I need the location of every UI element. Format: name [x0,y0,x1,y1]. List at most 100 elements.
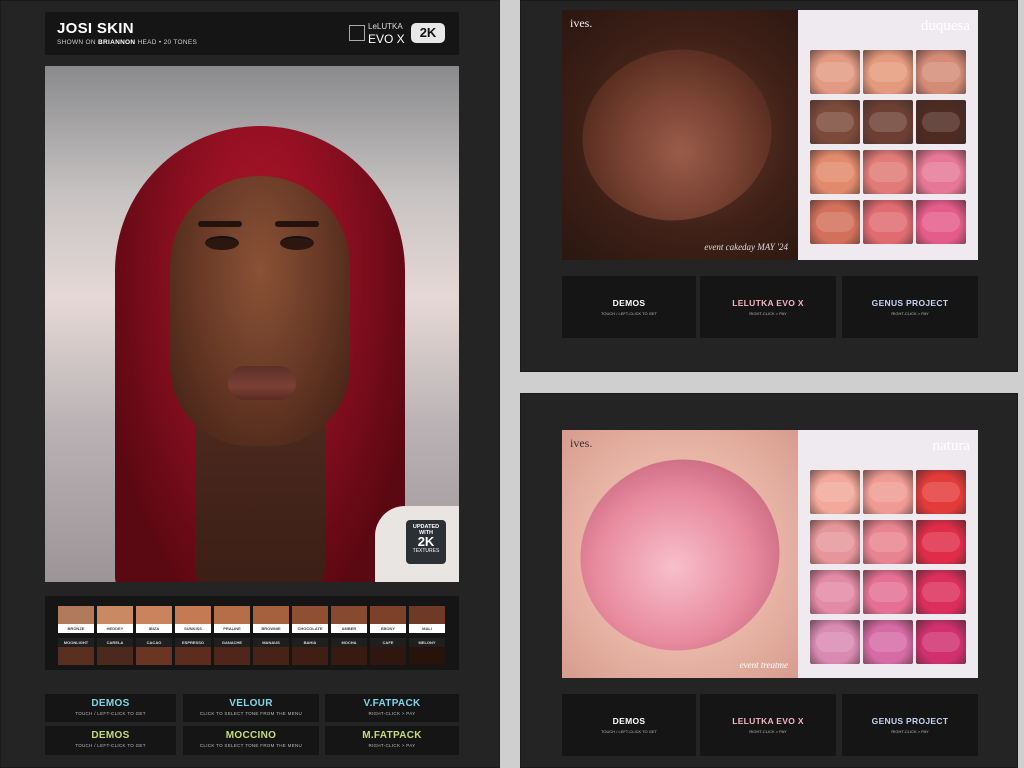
tone-chip [175,647,211,665]
tone-swatch[interactable]: MANAUS [253,638,289,666]
button-subtext: CLICK TO SELECT TONE FROM THE MENU [199,711,303,716]
demos-button[interactable]: DEMOS TOUCH / LEFT-CLICK TO GET [562,694,696,756]
tone-chip [409,647,445,665]
demos-button[interactable]: DEMOS TOUCH / LEFT-CLICK TO GET [45,726,176,755]
tone-swatch[interactable]: AMBER [331,606,367,634]
tone-chip [292,606,328,624]
tone-label: EBONY [370,624,406,633]
shade-swatch [810,520,860,564]
tone-swatch[interactable]: ESPRESSO [175,638,211,666]
shade-swatch [863,150,913,194]
tone-swatch[interactable]: CACAO [136,638,172,666]
button-subtext: RIGHT-CLICK > PAY [749,311,787,316]
portrait-image: UPDATED WITH 2K TEXTURES [45,66,459,582]
skin-tone-swatches: BRONZE HEDDEY IBIZA SUNKISS PRALINE BROWNIE CH… [45,596,459,670]
tone-swatch[interactable]: BRONZE [58,606,94,634]
tone-chip [214,606,250,624]
tone-chip [97,647,133,665]
ives-logo: ives. [570,16,593,30]
tone-chip [253,647,289,665]
tone-chip [136,647,172,665]
josi-header: JOSI SKIN SHOWN ON BRIANNON HEAD • 20 TO… [45,12,459,55]
subtitle-pre: SHOWN ON [57,39,96,46]
button-subtext: TOUCH / LEFT-CLICK TO GET [600,729,657,734]
button-subtext: RIGHT-CLICK > PAY [749,729,787,734]
tone-swatch[interactable]: BAHIA [292,638,328,666]
button-subtext: TOUCH / LEFT-CLICK TO GET [75,743,146,748]
tone-chip [370,606,406,624]
button-label: MOCCINO [225,730,277,741]
shade-swatch [810,470,860,514]
tone-swatch[interactable]: GANACHE [214,638,250,666]
natura-shade-grid: natura [798,430,978,678]
brand-line1: LeLUTKA [368,22,403,31]
updated-badge-line3: TEXTURES [412,548,440,554]
shade-swatch [810,200,860,244]
tone-swatch[interactable]: SUNKISS [175,606,211,634]
tone-swatch[interactable]: CARELA [97,638,133,666]
eye-right [280,236,314,250]
tone-swatch[interactable]: CAFE [370,638,406,666]
shade-swatch [916,100,966,144]
button-subtext: RIGHT-CLICK > PAY [891,729,929,734]
button-subtext: RIGHT-CLICK > PAY [368,743,416,748]
moccino-button[interactable]: MOCCINO CLICK TO SELECT TONE FROM THE MEN… [183,726,319,755]
tone-label: MALI [409,624,445,633]
lips-shape [228,366,296,400]
shade-swatch [916,520,966,564]
shade-swatch [916,200,966,244]
lip-shape [562,433,798,677]
lelutka-evo-x-button[interactable]: LELUTKA EVO X RIGHT-CLICK > PAY [700,276,836,338]
demos-button[interactable]: DEMOS TOUCH / LEFT-CLICK TO GET [562,276,696,338]
v-fatpack-button[interactable]: V.FATPACK RIGHT-CLICK > PAY [325,694,459,722]
shade-swatch [863,470,913,514]
face-shape [170,176,350,446]
subtitle-head: BRIANNON [97,39,136,46]
tone-swatch[interactable]: IBIZA [136,606,172,634]
tone-swatch[interactable]: MALI [409,606,445,634]
tone-chip [97,606,133,624]
shade-swatch [863,200,913,244]
button-label: DEMOS [91,730,130,741]
demos-button[interactable]: DEMOS TOUCH / LEFT-CLICK TO GET [45,694,176,722]
tone-label: SUNKISS [175,624,211,633]
lelutka-evo-x-button[interactable]: LELUTKA EVO X RIGHT-CLICK > PAY [700,694,836,756]
lelutka-logo-icon [349,25,365,41]
tone-label: MANAUS [253,638,289,647]
tone-chip [58,647,94,665]
tone-chip [370,647,406,665]
tone-swatch[interactable]: MELONY [409,638,445,666]
m-fatpack-button[interactable]: M.FATPACK RIGHT-CLICK > PAY [325,726,459,755]
genus-project-button[interactable]: GENUS PROJECT RIGHT-CLICK > PAY [842,276,978,338]
tone-swatch[interactable]: EBONY [370,606,406,634]
tone-swatch[interactable]: PRALINE [214,606,250,634]
tone-swatch[interactable]: HEDDEY [97,606,133,634]
event-label: event treatme [739,660,788,670]
tone-label: PRALINE [214,624,250,633]
tone-swatch[interactable]: CHOCOLATE [292,606,328,634]
tone-chip [292,647,328,665]
shade-swatch [863,520,913,564]
shade-swatch [916,620,966,664]
tone-swatch[interactable]: MOONLIGHT [58,638,94,666]
shade-swatch [810,150,860,194]
button-subtext: TOUCH / LEFT-CLICK TO GET [600,311,657,316]
tone-swatch[interactable]: MOCHA [331,638,367,666]
button-label: VELOUR [229,698,273,709]
shade-swatch [916,50,966,94]
velour-button[interactable]: VELOUR CLICK TO SELECT TONE FROM THE MENU [183,694,319,722]
natura-lip-photo: ives. event treatme [562,430,798,678]
tone-chip [331,647,367,665]
tone-label: CAFE [370,638,406,647]
tone-swatch[interactable]: BROWNIE [253,606,289,634]
button-subtext: RIGHT-CLICK > PAY [368,711,416,716]
collection-name: duquesa [920,18,970,34]
brow-right [275,221,319,227]
tone-chip [136,606,172,624]
genus-project-button[interactable]: GENUS PROJECT RIGHT-CLICK > PAY [842,694,978,756]
shade-swatch [916,570,966,614]
shade-swatch [863,620,913,664]
shade-swatch [810,620,860,664]
badge-2k: 2K [411,23,445,43]
button-label: LELUTKA EVO X [732,716,804,726]
